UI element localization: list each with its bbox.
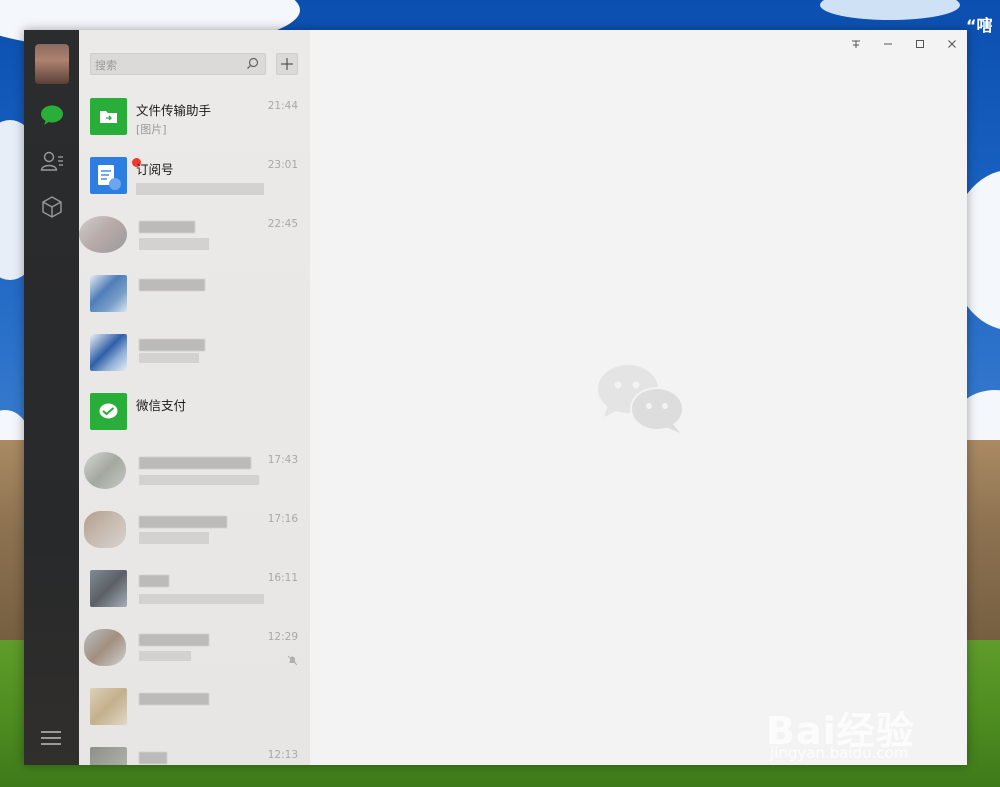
redacted-name: [139, 575, 169, 587]
chat-sidebar: 文件传输助手 [图片] 21:44 订阅号: [79, 30, 310, 765]
list-item[interactable]: [79, 680, 310, 739]
plus-icon: [281, 58, 293, 70]
list-item[interactable]: 12:29: [79, 621, 310, 680]
redacted-name: [139, 516, 227, 528]
minimize-button[interactable]: [875, 36, 901, 52]
redacted-name: [139, 279, 205, 291]
search-icon[interactable]: [246, 57, 259, 70]
favorites-icon[interactable]: [37, 192, 67, 222]
add-button[interactable]: [276, 53, 298, 75]
chat-time: 17:43: [267, 454, 298, 466]
list-item[interactable]: 12:13: [79, 739, 310, 765]
chat-name: 文件传输助手: [136, 103, 212, 118]
nav-bar: [24, 30, 79, 765]
chat-name: 微信支付: [136, 398, 187, 413]
search-box[interactable]: [90, 53, 266, 76]
list-item[interactable]: 文件传输助手 [图片] 21:44: [79, 90, 310, 149]
redacted-name: [139, 457, 251, 469]
contact-avatar: [84, 511, 126, 548]
menu-icon[interactable]: [41, 727, 61, 749]
list-item[interactable]: 16:11: [79, 562, 310, 621]
chat-panel: [310, 30, 967, 765]
pin-button[interactable]: [843, 36, 869, 52]
wechat-window: 文件传输助手 [图片] 21:44 订阅号: [24, 30, 967, 765]
redacted-preview: [139, 594, 264, 604]
redacted-preview: [139, 651, 191, 661]
list-item[interactable]: 17:16: [79, 503, 310, 562]
maximize-icon: [916, 40, 924, 48]
contact-avatar: [90, 747, 127, 765]
chat-time: 17:16: [267, 513, 298, 525]
redacted-name: [139, 221, 195, 233]
redacted-preview: [139, 475, 259, 485]
mute-icon: [287, 655, 298, 666]
chat-list: 文件传输助手 [图片] 21:44 订阅号 23:01 22:45 微信支付 1…: [79, 90, 310, 765]
chat-preview: [图片]: [136, 123, 167, 136]
wechat-pay-icon: [99, 403, 118, 419]
avatar[interactable]: [35, 44, 69, 84]
pin-icon: [852, 40, 860, 48]
list-item[interactable]: [79, 326, 310, 385]
list-item[interactable]: 微信支付: [79, 385, 310, 444]
contact-avatar: [84, 629, 126, 666]
watermark-url: jingyan.baidu.com: [770, 744, 909, 762]
search-input[interactable]: [91, 55, 239, 76]
article-icon: [98, 165, 121, 190]
contact-avatar: [90, 688, 127, 725]
list-item[interactable]: [79, 267, 310, 326]
maximize-button[interactable]: [907, 36, 933, 52]
chat-icon[interactable]: [37, 100, 67, 130]
chat-name: 订阅号: [136, 162, 174, 177]
list-item[interactable]: 22:45: [79, 208, 310, 267]
contact-avatar: [84, 452, 126, 489]
chat-time: 12:13: [267, 749, 298, 761]
chat-time: 22:45: [267, 218, 298, 230]
close-icon: [948, 40, 956, 48]
chat-time: 21:44: [267, 100, 298, 112]
contact-avatar: [79, 216, 127, 253]
redacted-name: [139, 752, 167, 764]
corner-text: “嗐: [966, 16, 993, 35]
redacted-preview: [139, 238, 209, 250]
contact-avatar: [90, 275, 127, 312]
contact-avatar: [90, 334, 127, 371]
redacted-preview: [139, 532, 209, 544]
chat-time: 12:29: [267, 631, 298, 643]
redacted-name: [139, 339, 205, 351]
wechat-pay-avatar: [90, 393, 127, 430]
wechat-logo-icon: [598, 365, 684, 433]
folder-icon: [100, 111, 117, 123]
redacted-name: [139, 634, 209, 646]
subscription-avatar: [90, 157, 141, 194]
contacts-icon[interactable]: [37, 146, 67, 176]
list-item[interactable]: 17:43: [79, 444, 310, 503]
list-item[interactable]: 订阅号 23:01: [79, 149, 310, 208]
redacted-name: [139, 693, 209, 705]
redacted-preview: [139, 353, 199, 363]
chat-time: 16:11: [267, 572, 298, 584]
contact-avatar: [90, 570, 127, 607]
file-transfer-avatar: [90, 98, 127, 135]
chat-time: 23:01: [267, 159, 298, 171]
close-button[interactable]: [939, 36, 965, 52]
redacted-preview: [136, 183, 264, 195]
minimize-icon: [884, 43, 892, 45]
